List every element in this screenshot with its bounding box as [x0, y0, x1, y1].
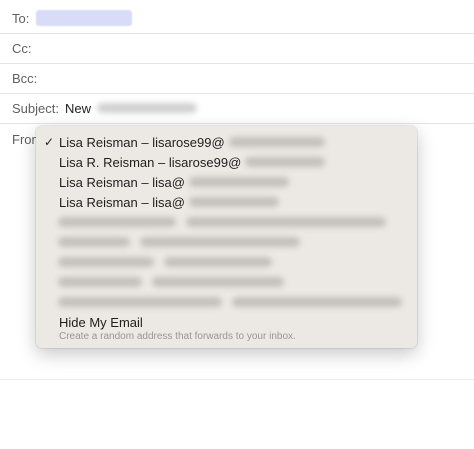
subject-label: Subject:	[12, 100, 59, 116]
to-row[interactable]: To:	[0, 3, 474, 34]
redacted-name	[58, 297, 222, 307]
menu-item-account-3[interactable]: Lisa Reisman – lisa@	[36, 172, 417, 192]
divider	[0, 379, 474, 380]
hide-my-email-description: Create a random address that forwards to…	[59, 331, 296, 342]
from-account-menu: ✓ Lisa Reisman – lisarose99@ Lisa R. Rei…	[36, 126, 417, 348]
redacted-email	[232, 297, 402, 307]
menu-item-account-1[interactable]: ✓ Lisa Reisman – lisarose99@	[36, 132, 417, 152]
email-redacted	[228, 137, 325, 147]
menu-item-redacted-3[interactable]	[58, 252, 272, 272]
menu-item-redacted-2[interactable]	[58, 232, 300, 252]
redacted-email	[164, 257, 272, 267]
menu-item-label: Lisa Reisman – lisarose99@	[59, 134, 225, 150]
recipient-chip[interactable]	[36, 10, 133, 26]
redacted-name	[58, 257, 154, 267]
cc-row[interactable]: Cc:	[0, 33, 474, 64]
menu-item-label: Lisa Reisman – lisa@	[59, 194, 185, 210]
bcc-row[interactable]: Bcc:	[0, 63, 474, 94]
redacted-email	[152, 277, 284, 287]
subject-value[interactable]: New	[65, 101, 91, 116]
hide-my-email-item[interactable]: Hide My Email	[59, 315, 143, 330]
subject-row[interactable]: Subject: New	[0, 93, 474, 124]
menu-item-label: Lisa Reisman – lisa@	[59, 174, 185, 190]
redacted-name	[58, 277, 142, 287]
cc-label: Cc:	[12, 40, 32, 56]
checkmark-icon: ✓	[44, 135, 55, 149]
email-redacted	[188, 177, 289, 187]
redacted-email	[186, 217, 386, 227]
redacted-name	[58, 217, 176, 227]
subject-redacted	[97, 103, 197, 113]
redacted-email	[140, 237, 300, 247]
email-redacted	[245, 157, 326, 167]
menu-item-redacted-1[interactable]	[58, 212, 386, 232]
menu-item-label: Lisa R. Reisman – lisarose99@	[59, 154, 242, 170]
menu-item-account-4[interactable]: Lisa Reisman – lisa@	[36, 192, 417, 212]
bcc-label: Bcc:	[12, 70, 38, 86]
menu-item-redacted-4[interactable]	[58, 272, 284, 292]
redacted-name	[58, 237, 130, 247]
email-redacted	[188, 197, 279, 207]
to-label: To:	[12, 10, 30, 26]
menu-item-redacted-5[interactable]	[58, 292, 402, 312]
menu-item-account-2[interactable]: Lisa R. Reisman – lisarose99@	[36, 152, 417, 172]
